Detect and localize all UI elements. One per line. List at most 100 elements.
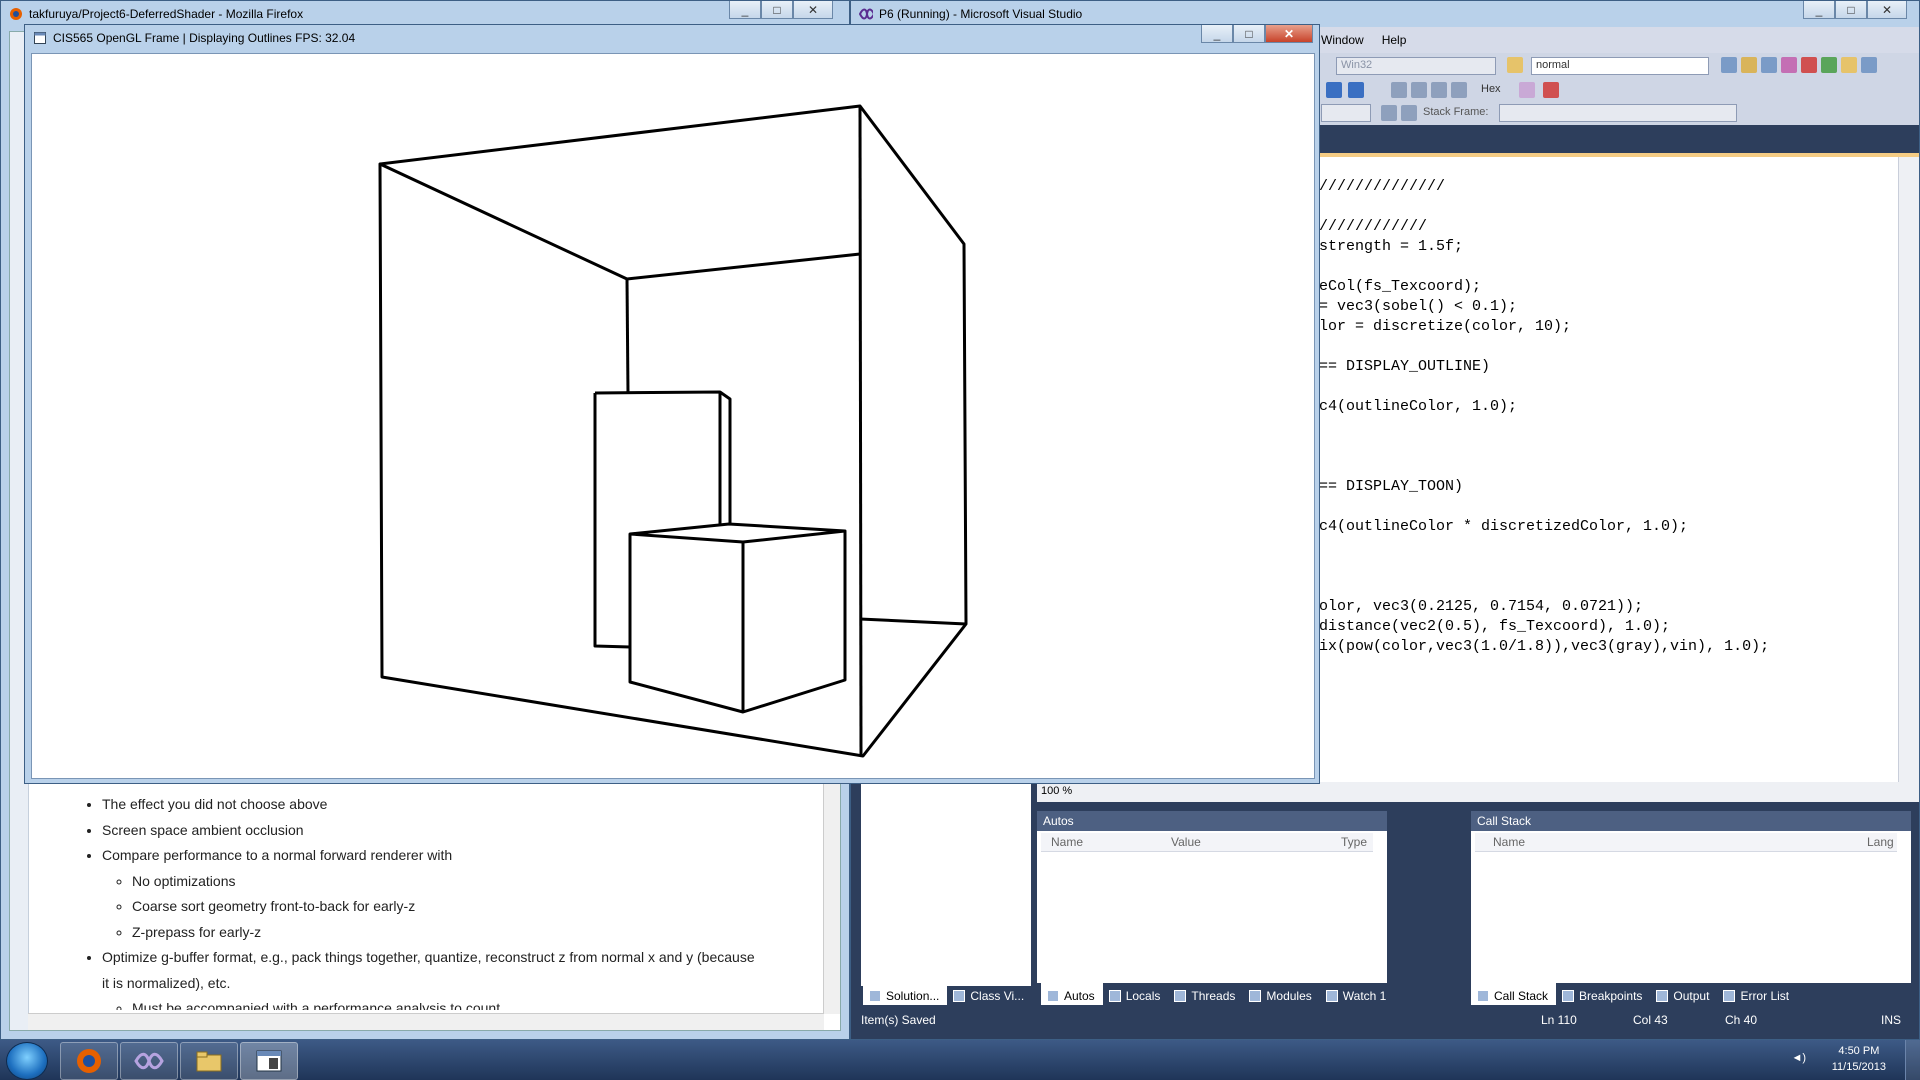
bottom-left-tabs: Autos Locals Threads Modules Watch 1 xyxy=(1041,983,1394,1005)
toolbar-icon[interactable] xyxy=(1781,57,1797,73)
class-view-icon xyxy=(953,989,966,1002)
menu-window[interactable]: Window xyxy=(1321,33,1364,47)
minimize-button[interactable]: _ xyxy=(1201,25,1233,43)
list-item: Optimize g-buffer format, e.g., pack thi… xyxy=(102,945,810,1010)
tab-threads[interactable]: Threads xyxy=(1168,983,1243,1005)
toolbar-icon[interactable] xyxy=(1841,57,1857,73)
hex-button[interactable]: Hex xyxy=(1481,83,1501,95)
step-out-icon[interactable] xyxy=(1451,82,1467,98)
close-button[interactable]: ✕ xyxy=(1265,25,1313,43)
tab-autos[interactable]: Autos xyxy=(1041,983,1103,1005)
find-combo[interactable]: normal xyxy=(1531,57,1709,75)
taskbar-explorer[interactable] xyxy=(180,1042,238,1080)
tab-watch-1[interactable]: Watch 1 xyxy=(1320,983,1395,1005)
room-front-edge xyxy=(858,105,863,757)
taskbar-firefox[interactable] xyxy=(60,1042,118,1080)
code-text: ////////////// //////////// strength = 1.… xyxy=(1319,177,1769,657)
solution-icon xyxy=(869,989,881,1002)
editor-vertical-scrollbar[interactable] xyxy=(1898,157,1919,782)
code-line: = vec3(sobel() < 0.1); xyxy=(1319,298,1518,315)
column-name[interactable]: Name xyxy=(1051,835,1083,849)
flag-icon[interactable] xyxy=(1401,105,1417,121)
toolbar-icon[interactable] xyxy=(1741,57,1757,73)
code-line: c4(outlineColor, 1.0); xyxy=(1319,398,1518,415)
modules-icon xyxy=(1249,989,1262,1002)
tab-breakpoints[interactable]: Breakpoints xyxy=(1556,983,1650,1005)
list-subitem: No optimizations xyxy=(132,869,810,895)
maximize-button[interactable]: □ xyxy=(1233,25,1265,43)
clock[interactable]: 4:50 PM 11/15/2013 xyxy=(1832,1043,1886,1075)
clock-date: 11/15/2013 xyxy=(1831,1061,1886,1073)
step-into-icon[interactable] xyxy=(1411,82,1427,98)
taskbar-opengl-app[interactable] xyxy=(240,1042,298,1080)
taskbar-visual-studio[interactable] xyxy=(120,1042,178,1080)
output-icon xyxy=(1656,989,1669,1002)
horizontal-scrollbar[interactable] xyxy=(28,1013,824,1030)
toolbar-icon[interactable] xyxy=(1821,57,1837,73)
show-desktop-button[interactable] xyxy=(1905,1040,1920,1080)
flag-icon[interactable] xyxy=(1381,105,1397,121)
maximize-button[interactable]: □ xyxy=(1835,1,1867,19)
minimize-button[interactable]: _ xyxy=(729,1,761,19)
restart-icon[interactable] xyxy=(1348,82,1364,98)
stack-frame-dropdown[interactable] xyxy=(1499,104,1737,122)
room-back-top xyxy=(379,162,861,281)
column-lang[interactable]: Lang xyxy=(1867,835,1894,849)
close-button[interactable]: ✕ xyxy=(1867,1,1907,19)
platform-dropdown[interactable]: Win32 xyxy=(1336,57,1496,75)
tab-call-stack[interactable]: Call Stack xyxy=(1471,983,1557,1005)
zoom-level[interactable]: 100 % xyxy=(1041,785,1072,797)
maximize-button[interactable]: □ xyxy=(761,1,793,19)
code-line: eCol(fs_Texcoord); xyxy=(1319,278,1482,295)
column-type[interactable]: Type xyxy=(1341,835,1367,849)
locals-icon xyxy=(1108,989,1121,1002)
toolbar-icon[interactable] xyxy=(1861,57,1877,73)
call-stack-icon xyxy=(1477,989,1489,1002)
list-item: The effect you did not choose above xyxy=(102,792,810,818)
editor-horizontal-scrollbar[interactable]: 100 % xyxy=(1037,782,1919,802)
stop-icon[interactable] xyxy=(1326,82,1342,98)
visual-studio-icon xyxy=(134,1052,164,1070)
stack-frame-label: Stack Frame: xyxy=(1423,106,1489,118)
code-line: olor, vec3(0.2125, 0.7154, 0.0721)); xyxy=(1319,598,1644,615)
tab-output[interactable]: Output xyxy=(1650,983,1717,1005)
column-value[interactable]: Value xyxy=(1171,835,1201,849)
toolbar-icon[interactable] xyxy=(1761,57,1777,73)
menu-help[interactable]: Help xyxy=(1382,33,1407,47)
left-tab-strip: Solution... Class Vi... xyxy=(863,983,1032,1005)
tab-class-view[interactable]: Class Vi... xyxy=(947,983,1032,1005)
clock-time: 4:50 PM xyxy=(1838,1045,1880,1057)
toolbar-icon[interactable] xyxy=(1721,57,1737,73)
tab-locals[interactable]: Locals xyxy=(1103,983,1169,1005)
tab-modules[interactable]: Modules xyxy=(1243,983,1319,1005)
step-over-icon[interactable] xyxy=(1431,82,1447,98)
render-viewport[interactable] xyxy=(31,53,1315,779)
close-button[interactable]: ✕ xyxy=(793,1,833,19)
column-name[interactable]: Name xyxy=(1493,835,1525,849)
tab-solution-explorer[interactable]: Solution... xyxy=(863,983,948,1005)
vertical-scrollbar[interactable] xyxy=(823,772,840,1014)
breakpoint-icon[interactable] xyxy=(1543,82,1559,98)
short-box-sides xyxy=(628,531,847,714)
code-line: c4(outlineColor * discretizedColor, 1.0)… xyxy=(1319,518,1689,535)
firefox-title: takfuruya/Project6-DeferredShader - Mozi… xyxy=(29,7,304,21)
find-icon[interactable] xyxy=(1507,57,1523,73)
list-subitem: Must be accompanied with a performance a… xyxy=(132,996,810,1010)
tab-error-list[interactable]: Error List xyxy=(1717,983,1797,1005)
volume-icon[interactable]: ◄) xyxy=(1791,1052,1806,1064)
call-stack-header: Name Lang xyxy=(1475,833,1897,852)
toolbar-icon[interactable] xyxy=(1801,57,1817,73)
start-button[interactable] xyxy=(6,1042,48,1080)
step-icon[interactable] xyxy=(1391,82,1407,98)
autos-pane: Autos Name Value Type xyxy=(1037,811,1387,983)
opengl-titlebar[interactable]: CIS565 OpenGL Frame | Displaying Outline… xyxy=(25,25,1319,51)
toolbar-icon[interactable] xyxy=(1519,82,1535,98)
minimize-button[interactable]: _ xyxy=(1803,1,1835,19)
watch-icon xyxy=(1325,989,1338,1002)
thread-dropdown[interactable] xyxy=(1321,104,1371,122)
list-item: Screen space ambient occlusion xyxy=(102,818,810,844)
tall-box-outline xyxy=(594,390,732,524)
